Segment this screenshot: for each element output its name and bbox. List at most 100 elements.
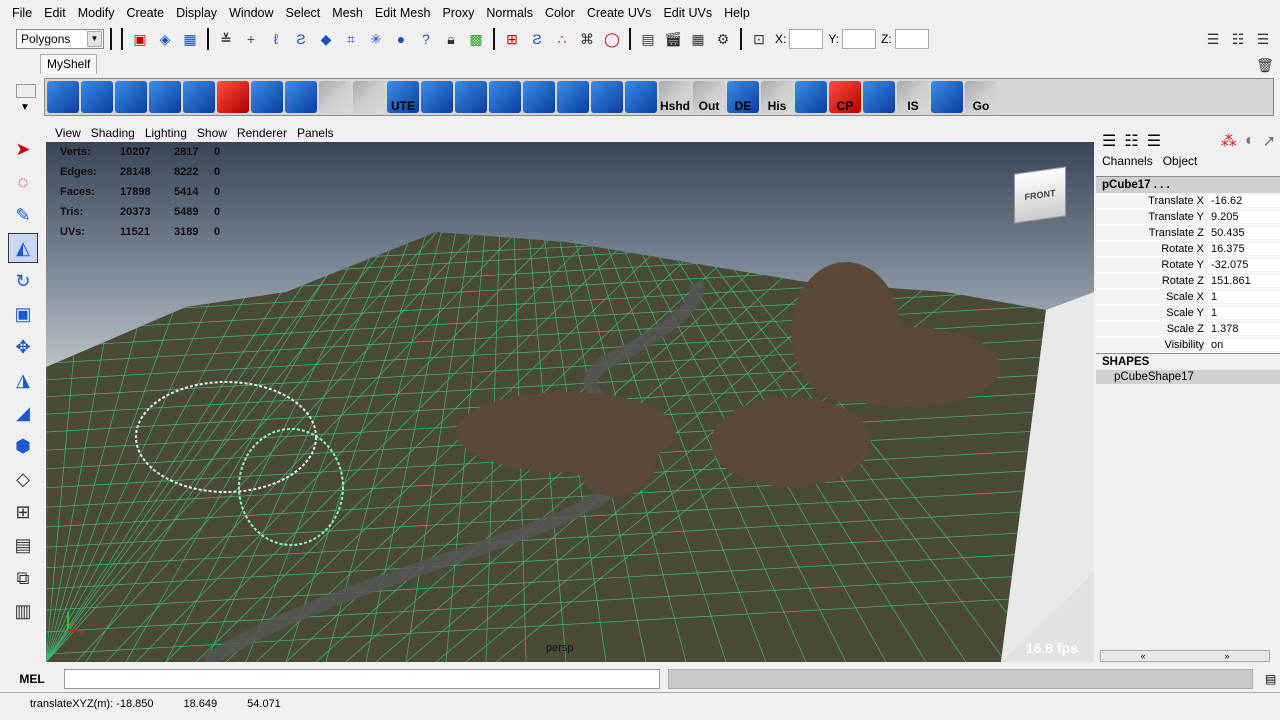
- shelf-dropdown-icon[interactable]: ▼: [20, 102, 30, 113]
- shading-icon[interactable]: ◐: [1245, 132, 1255, 150]
- channel-row[interactable]: Translate X -16.62: [1096, 193, 1280, 209]
- channel-value[interactable]: -16.62: [1208, 194, 1280, 207]
- channel-name[interactable]: Scale Z: [1096, 323, 1208, 335]
- channel-box-scrollbar[interactable]: «»: [1100, 650, 1270, 662]
- object-name[interactable]: pCube17 . . .: [1096, 177, 1280, 193]
- surface-mask-icon[interactable]: ◆: [315, 28, 337, 50]
- poly-object-icon[interactable]: ⬢: [8, 431, 38, 461]
- soft-mod-icon[interactable]: ◮: [8, 365, 38, 395]
- channel-value[interactable]: on: [1208, 338, 1280, 351]
- attribute-layout-icon[interactable]: ☷: [1124, 131, 1138, 151]
- layer-layout-icon[interactable]: ☰: [1147, 131, 1161, 151]
- channels-menu[interactable]: Channels: [1102, 154, 1153, 172]
- select-by-object-icon[interactable]: ◈: [154, 28, 176, 50]
- uv-cylinder-icon[interactable]: [625, 81, 657, 113]
- menu-window[interactable]: Window: [223, 6, 279, 20]
- shelf-de-button[interactable]: DE: [727, 81, 759, 113]
- channel-value[interactable]: 1: [1208, 290, 1280, 303]
- object-menu[interactable]: Object: [1163, 154, 1198, 172]
- command-input[interactable]: [64, 669, 660, 689]
- mel-label[interactable]: MEL: [0, 672, 64, 686]
- snap-view-plane-icon[interactable]: ⌘: [576, 28, 598, 50]
- menu-modify[interactable]: Modify: [72, 6, 121, 20]
- menu-normals[interactable]: Normals: [480, 6, 539, 20]
- menu-display[interactable]: Display: [170, 6, 223, 20]
- lasso-tool-icon[interactable]: ◌: [8, 167, 38, 197]
- move-tool-icon[interactable]: ◭: [8, 233, 38, 263]
- channel-value[interactable]: 16.375: [1208, 242, 1280, 255]
- render-settings-icon[interactable]: ⚙: [712, 28, 734, 50]
- input-mode-icon[interactable]: ⊡: [748, 28, 770, 50]
- scroll-right-icon[interactable]: »: [1224, 651, 1229, 661]
- menu-help[interactable]: Help: [718, 6, 756, 20]
- shelf-out-button[interactable]: Out: [693, 81, 725, 113]
- trash-icon[interactable]: 🗑︎: [1254, 54, 1276, 76]
- select-by-hierarchy-icon[interactable]: ▣: [129, 28, 151, 50]
- tool-settings-icon[interactable]: ☷: [1227, 28, 1249, 50]
- menu-proxy[interactable]: Proxy: [436, 6, 480, 20]
- channel-name[interactable]: Translate Y: [1096, 211, 1208, 223]
- channel-name[interactable]: Translate X: [1096, 195, 1208, 207]
- single-pane-layout-icon[interactable]: ◇: [8, 464, 38, 494]
- channel-value[interactable]: 1.378: [1208, 322, 1280, 335]
- channel-box-icon[interactable]: ☰: [1252, 28, 1274, 50]
- channel-row[interactable]: Scale X1: [1096, 289, 1280, 305]
- channel-value[interactable]: 50.435: [1208, 226, 1280, 239]
- channel-row[interactable]: Visibility on: [1096, 337, 1280, 353]
- manipulator-icon[interactable]: ✥: [8, 332, 38, 362]
- x-field[interactable]: [789, 29, 824, 49]
- channel-row[interactable]: Scale Z 1.378: [1096, 321, 1280, 337]
- checker-flag-icon[interactable]: [353, 81, 385, 113]
- uv-layout-icon[interactable]: [455, 81, 487, 113]
- shelf-is-button[interactable]: IS: [897, 81, 929, 113]
- poly-pipe-icon[interactable]: [149, 81, 181, 113]
- rotate-tool-icon[interactable]: ↻: [8, 266, 38, 296]
- snap-grid-icon[interactable]: ⊞: [501, 28, 523, 50]
- channel-name[interactable]: Translate Z: [1096, 227, 1208, 239]
- channel-value[interactable]: 151.861: [1208, 274, 1280, 287]
- panel-menu-shading[interactable]: Shading: [86, 126, 140, 140]
- menu-select[interactable]: Select: [280, 6, 327, 20]
- select-by-component-icon[interactable]: ▦: [179, 28, 201, 50]
- filter-icon[interactable]: ≚: [215, 28, 237, 50]
- highlight-selection-icon[interactable]: ▩: [465, 28, 487, 50]
- menu-edit[interactable]: Edit: [38, 6, 72, 20]
- uv-project-icon[interactable]: [489, 81, 521, 113]
- channel-name[interactable]: Visibility: [1096, 339, 1208, 351]
- uv-tool-icon[interactable]: [421, 81, 453, 113]
- misc-mask-icon[interactable]: ?: [415, 28, 437, 50]
- attribute-editor-icon[interactable]: ☰: [1202, 28, 1224, 50]
- menu-create-uvs[interactable]: Create UVs: [581, 6, 658, 20]
- deformation-mask-icon[interactable]: ⌗: [340, 28, 362, 50]
- menu-edit-mesh[interactable]: Edit Mesh: [369, 6, 437, 20]
- paint-select-icon[interactable]: ✎: [8, 200, 38, 230]
- channel-row[interactable]: Rotate Z 151.861: [1096, 273, 1280, 289]
- cube-lock-icon[interactable]: [931, 81, 963, 113]
- handle-mask-icon[interactable]: +: [240, 28, 262, 50]
- menu-mesh[interactable]: Mesh: [326, 6, 369, 20]
- arrow-icon[interactable]: ➚: [1263, 131, 1276, 151]
- channel-name[interactable]: Rotate Y: [1096, 259, 1208, 271]
- uv-stitch-icon[interactable]: [557, 81, 589, 113]
- render-mask-icon[interactable]: ●: [390, 28, 412, 50]
- y-field[interactable]: [842, 29, 877, 49]
- panel-menu-show[interactable]: Show: [192, 126, 232, 140]
- uv-select-icon[interactable]: [591, 81, 623, 113]
- viewport[interactable]: Verts: 10207 2817 0 Edges: 28148 8222 0 Faces: 17…: [46, 142, 1094, 662]
- bend-icon[interactable]: [285, 81, 317, 113]
- panel-menu-renderer[interactable]: Renderer: [232, 126, 292, 140]
- poly-cube-icon[interactable]: [47, 81, 79, 113]
- channel-box-layout-icon[interactable]: ☰: [1102, 131, 1116, 151]
- checker-icon[interactable]: [319, 81, 351, 113]
- render-frame-icon[interactable]: 🎬︎: [662, 28, 684, 50]
- channel-row[interactable]: Translate Y 9.205: [1096, 209, 1280, 225]
- menu-set-dropdown[interactable]: Polygons ▼: [16, 29, 104, 49]
- shelf-tab-myshelf[interactable]: MyShelf: [40, 54, 98, 74]
- lock-icon[interactable]: 🔒︎: [440, 28, 462, 50]
- outliner-layout-icon[interactable]: ▤: [8, 530, 38, 560]
- ipr-render-icon[interactable]: ▦: [687, 28, 709, 50]
- panel-menu-lighting[interactable]: Lighting: [140, 126, 192, 140]
- channel-value[interactable]: 1: [1208, 306, 1280, 319]
- shelf-menu-button[interactable]: [16, 84, 36, 98]
- last-tool-icon[interactable]: ◢: [8, 398, 38, 428]
